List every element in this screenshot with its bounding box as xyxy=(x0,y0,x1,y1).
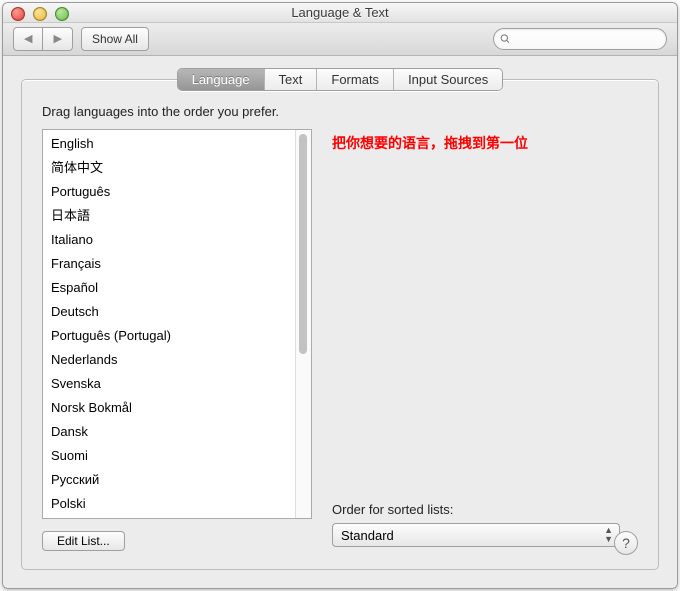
list-item[interactable]: Dansk xyxy=(43,420,295,444)
list-item[interactable]: English xyxy=(43,132,295,156)
scrollbar[interactable] xyxy=(295,130,311,518)
order-select[interactable]: Standard ▲▼ xyxy=(332,523,620,547)
tab-input-sources[interactable]: Input Sources xyxy=(394,69,502,90)
toolbar: ◀ ▶ Show All xyxy=(3,23,677,56)
preferences-window: Language & Text ◀ ▶ Show All Language Te… xyxy=(2,2,678,589)
scrollbar-thumb[interactable] xyxy=(299,134,307,354)
list-item[interactable]: Suomi xyxy=(43,444,295,468)
search-input[interactable] xyxy=(515,31,660,47)
list-item[interactable]: Norsk Bokmål xyxy=(43,396,295,420)
instruction-label: Drag languages into the order you prefer… xyxy=(42,104,638,119)
list-item[interactable]: Nederlands xyxy=(43,348,295,372)
tab-text[interactable]: Text xyxy=(265,69,318,90)
title-bar: Language & Text xyxy=(3,3,677,23)
list-item[interactable]: Português (Portugal) xyxy=(43,324,295,348)
chevron-left-icon: ◀ xyxy=(24,32,32,45)
back-button[interactable]: ◀ xyxy=(13,27,43,51)
search-icon xyxy=(500,33,511,45)
language-listbox[interactable]: English简体中文Português日本語ItalianoFrançaisE… xyxy=(42,129,312,519)
chevron-right-icon: ▶ xyxy=(53,32,61,45)
help-button[interactable]: ? xyxy=(614,531,638,555)
minimize-window-button[interactable] xyxy=(33,7,47,21)
forward-button[interactable]: ▶ xyxy=(43,27,72,51)
window-title: Language & Text xyxy=(291,5,388,20)
list-item[interactable]: Deutsch xyxy=(43,300,295,324)
list-item[interactable]: Svenska xyxy=(43,372,295,396)
tab-panel: Drag languages into the order you prefer… xyxy=(21,79,659,570)
list-item[interactable]: Polski xyxy=(43,492,295,516)
order-label: Order for sorted lists: xyxy=(332,502,638,517)
traffic-lights xyxy=(11,7,69,21)
edit-list-button[interactable]: Edit List... xyxy=(42,531,125,551)
list-item[interactable]: Italiano xyxy=(43,228,295,252)
list-item[interactable]: 简体中文 xyxy=(43,156,295,180)
show-all-button[interactable]: Show All xyxy=(81,27,149,51)
annotation-text: 把你想要的语言，拖拽到第一位 xyxy=(332,133,638,153)
tab-formats[interactable]: Formats xyxy=(317,69,394,90)
updown-icon: ▲▼ xyxy=(604,526,613,544)
tab-language[interactable]: Language xyxy=(178,69,265,90)
list-item[interactable]: Português xyxy=(43,180,295,204)
content-area: Language Text Formats Input Sources Drag… xyxy=(3,56,677,588)
list-item[interactable]: Español xyxy=(43,276,295,300)
language-list-items: English简体中文Português日本語ItalianoFrançaisE… xyxy=(43,130,295,518)
zoom-window-button[interactable] xyxy=(55,7,69,21)
search-field[interactable] xyxy=(493,28,667,50)
list-item[interactable]: 日本語 xyxy=(43,204,295,228)
nav-segment: ◀ ▶ xyxy=(13,27,73,51)
close-window-button[interactable] xyxy=(11,7,25,21)
tab-group: Language Text Formats Input Sources xyxy=(177,68,504,91)
order-select-value: Standard xyxy=(341,528,394,543)
list-item[interactable]: Русский xyxy=(43,468,295,492)
list-item[interactable]: Français xyxy=(43,252,295,276)
